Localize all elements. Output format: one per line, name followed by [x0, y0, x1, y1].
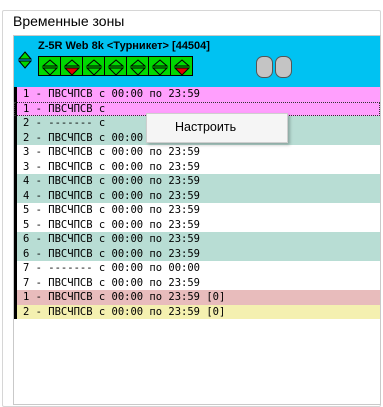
time-zones-panel: Z-5R Web 8k <Турникет> [44504] 1 - ПВСЧП…: [13, 35, 381, 405]
time-zone-row[interactable]: 4 - ПВСЧПСВ с 00:00 по 23:59: [14, 174, 380, 189]
toggle-button-2[interactable]: [275, 56, 292, 78]
indicator-arrows-icon: [171, 57, 194, 77]
time-zone-row[interactable]: 5 - ПВСЧПСВ с 00:00 по 23:59: [14, 203, 380, 218]
time-zone-row[interactable]: 2 - ПВСЧПСВ с 00:00 по 23:59 [0]: [14, 305, 380, 320]
indicator-3[interactable]: [82, 56, 105, 76]
time-zone-row[interactable]: 1 - ПВСЧПСВ с 00:00 по 23:59: [14, 87, 380, 102]
indicator-arrows-icon: [39, 57, 62, 77]
time-zone-row[interactable]: 4 - ПВСЧПСВ с 00:00 по 23:59: [14, 189, 380, 204]
toggle-button-1[interactable]: [256, 56, 273, 78]
menu-item-configure[interactable]: Настроить: [175, 120, 236, 134]
time-zone-row[interactable]: 6 - ПВСЧПСВ с 00:00 по 23:59: [14, 232, 380, 247]
time-zone-row[interactable]: 3 - ПВСЧПСВ с 00:00 по 23:59: [14, 145, 380, 160]
context-menu: Настроить: [146, 113, 288, 143]
indicator-4[interactable]: [104, 56, 127, 76]
time-zone-row[interactable]: 5 - ПВСЧПСВ с 00:00 по 23:59: [14, 218, 380, 233]
time-zone-row[interactable]: 1 - ПВСЧПСВ с 00:00 по 23:59 [0]: [14, 290, 380, 305]
time-zone-row[interactable]: 7 - ПВСЧПСВ с 00:00 по 23:59: [14, 276, 380, 291]
indicator-7[interactable]: [170, 56, 193, 76]
indicator-6[interactable]: [148, 56, 171, 76]
time-zone-row[interactable]: 7 - ------- с 00:00 по 00:00: [14, 261, 380, 276]
indicator-strip: [38, 56, 192, 76]
indicator-arrows-icon: [83, 57, 106, 77]
indicator-arrows-icon: [105, 57, 128, 77]
device-title: Z-5R Web 8k <Турникет> [44504]: [38, 40, 210, 52]
indicator-arrows-icon: [61, 57, 84, 77]
group-title: Временные зоны: [11, 13, 126, 29]
indicator-arrows-icon: [127, 57, 150, 77]
indicator-arrows-icon: [149, 57, 172, 77]
device-header[interactable]: Z-5R Web 8k <Турникет> [44504]: [14, 36, 380, 87]
indicator-5[interactable]: [126, 56, 149, 76]
expand-collapse-icon[interactable]: [18, 51, 32, 69]
indicator-2[interactable]: [60, 56, 83, 76]
indicator-1[interactable]: [38, 56, 61, 76]
time-zone-row[interactable]: 6 - ПВСЧПСВ с 00:00 по 23:59: [14, 247, 380, 262]
toggle-group: [256, 56, 292, 78]
time-zone-row[interactable]: 3 - ПВСЧПСВ с 00:00 по 23:59: [14, 160, 380, 175]
